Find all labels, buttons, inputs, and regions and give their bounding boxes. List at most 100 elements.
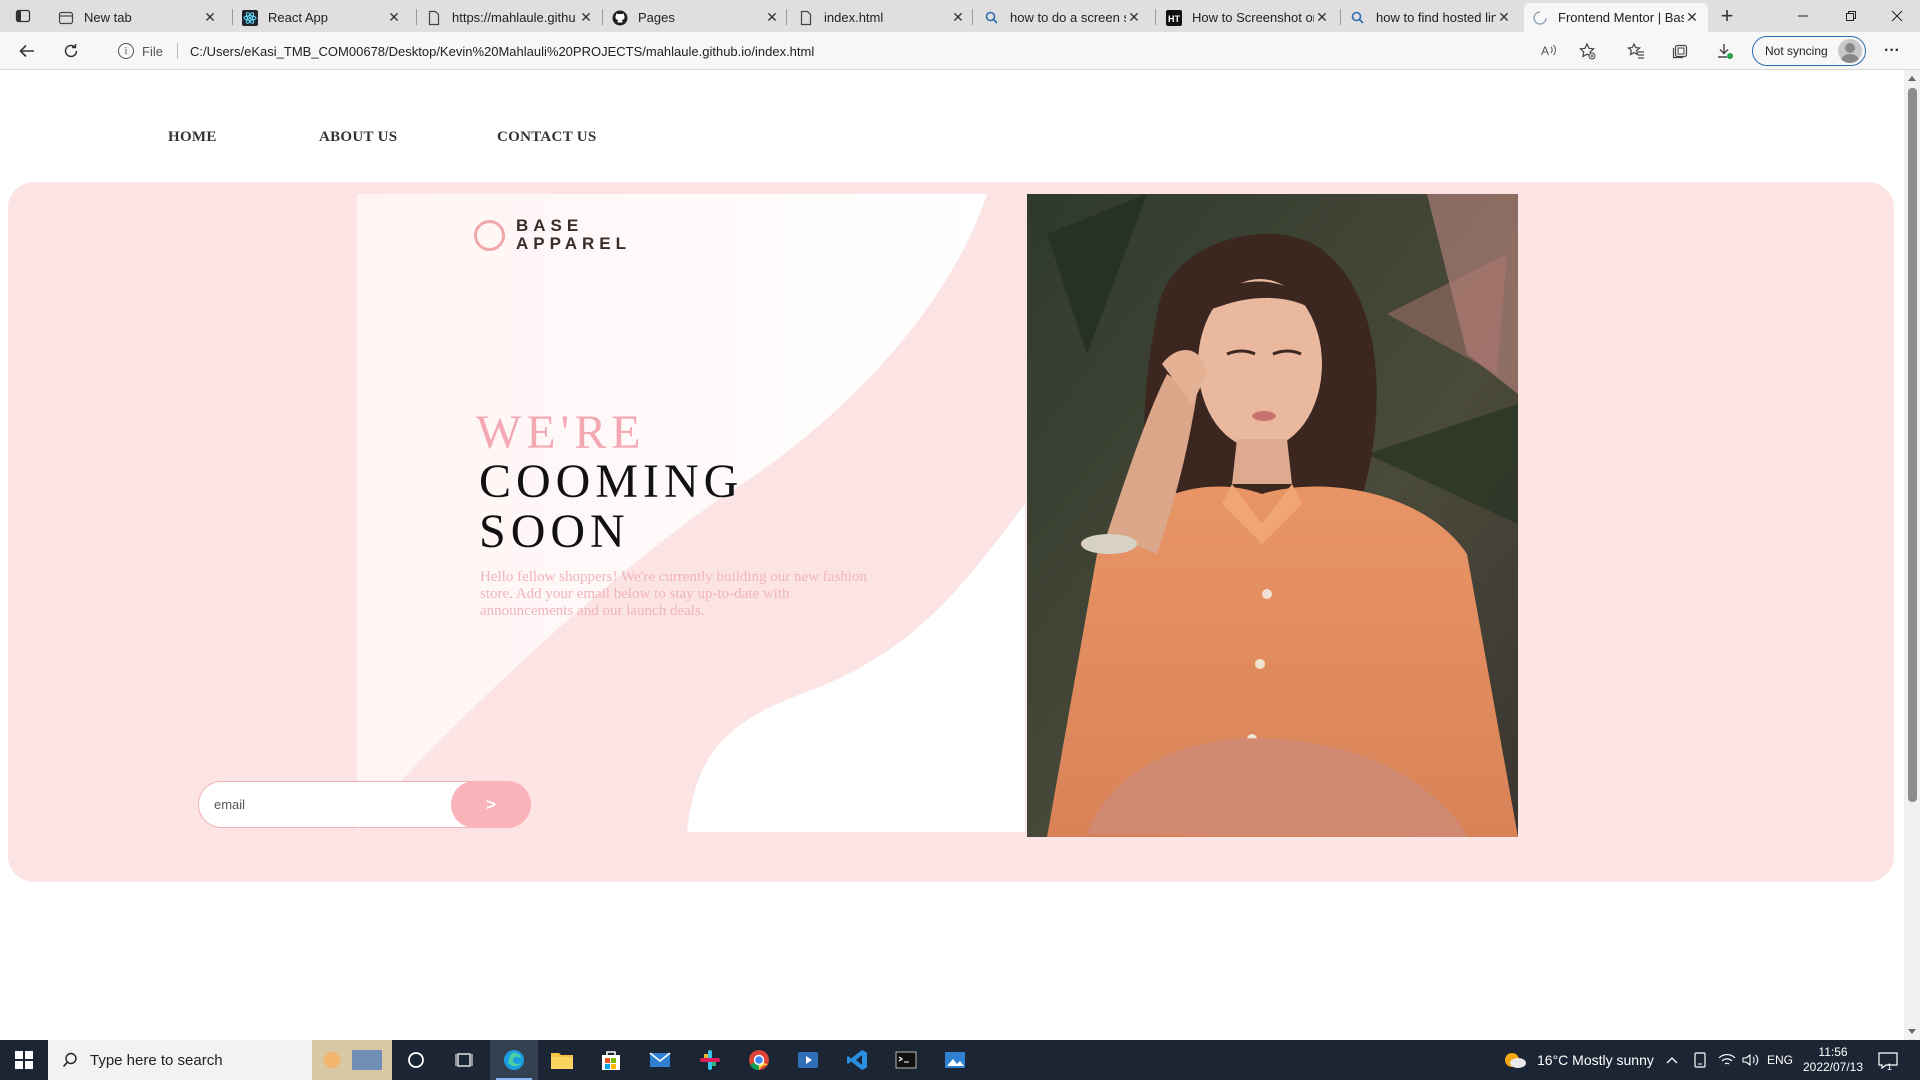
search-icon: [984, 10, 1000, 26]
windows-logo-icon: [15, 1051, 33, 1069]
vscode-icon[interactable]: [833, 1040, 881, 1080]
close-icon[interactable]: ✕: [1126, 9, 1142, 26]
page-icon: [426, 10, 442, 26]
taskbar-search-box[interactable]: Type here to search: [48, 1040, 392, 1080]
tab-actions-icon[interactable]: [8, 1, 38, 31]
nav-contact-us[interactable]: CONTACT US: [497, 129, 597, 146]
loading-icon: [1532, 10, 1548, 26]
start-button[interactable]: [0, 1040, 48, 1080]
tab-title: how to do a screen sh: [1010, 10, 1126, 25]
site-icon: HT: [1166, 9, 1182, 26]
scheme-label: File: [142, 43, 163, 59]
media-player-icon[interactable]: [784, 1040, 832, 1080]
read-aloud-icon[interactable]: A: [1535, 36, 1565, 66]
email-form: >: [198, 781, 531, 828]
mail-icon[interactable]: [636, 1040, 684, 1080]
submit-button[interactable]: >: [451, 781, 531, 828]
tab-title: How to Screenshot on: [1192, 10, 1314, 25]
tab-how-to-screenshot[interactable]: HT How to Screenshot on ✕: [1158, 3, 1338, 32]
tab-search-screenshot[interactable]: how to do a screen sh ✕: [976, 3, 1150, 32]
close-icon[interactable]: ✕: [202, 9, 218, 26]
heading-line-3: SOON: [479, 505, 630, 558]
slack-icon[interactable]: [686, 1040, 734, 1080]
tab-title: index.html: [824, 10, 884, 25]
window-close-icon[interactable]: [1874, 0, 1920, 32]
search-icon: [62, 1052, 77, 1068]
scroll-up-icon[interactable]: [1908, 76, 1916, 81]
cortana-icon[interactable]: [392, 1040, 440, 1080]
tab-divider: [1155, 9, 1156, 25]
tablet-icon[interactable]: [1693, 1040, 1707, 1080]
tab-new-tab[interactable]: New tab ✕: [50, 3, 226, 32]
collections-icon[interactable]: [1666, 36, 1696, 66]
tab-title: Pages: [638, 10, 675, 25]
language-indicator[interactable]: ENG: [1767, 1040, 1793, 1080]
photos-icon[interactable]: [931, 1040, 979, 1080]
tab-divider: [1340, 9, 1341, 25]
windows-taskbar: Type here to search 16°C Mostly sunny EN…: [0, 1040, 1920, 1080]
back-icon[interactable]: [12, 36, 42, 66]
close-icon[interactable]: ✕: [950, 9, 966, 26]
scroll-down-icon[interactable]: [1908, 1029, 1916, 1034]
tab-title: Frontend Mentor | Bas: [1558, 10, 1684, 25]
task-view-icon[interactable]: [440, 1040, 488, 1080]
tab-title: New tab: [84, 10, 132, 25]
page-viewport: HOME ABOUT US CONTACT US BASE APPAREL WE…: [0, 70, 1904, 1040]
downloads-icon[interactable]: [1710, 36, 1740, 66]
email-input[interactable]: [214, 782, 454, 827]
brand-logo[interactable]: BASE APPAREL: [474, 217, 631, 253]
tab-index-html[interactable]: index.html ✕: [790, 3, 974, 32]
restore-icon[interactable]: [1828, 0, 1874, 32]
close-icon[interactable]: ✕: [1496, 9, 1512, 26]
chrome-icon[interactable]: [735, 1040, 783, 1080]
logo-ring-icon: [474, 219, 505, 251]
profile-button[interactable]: Not syncing: [1752, 36, 1866, 66]
clock[interactable]: 11:56 2022/07/13: [1800, 1040, 1866, 1080]
nav-home[interactable]: HOME: [168, 129, 217, 146]
more-menu-icon[interactable]: ···: [1877, 36, 1907, 66]
notification-count: 1: [1887, 1062, 1893, 1072]
svg-text:HT: HT: [1168, 14, 1180, 24]
search-icon: [1350, 10, 1366, 26]
weather-widget[interactable]: 16°C Mostly sunny: [1503, 1040, 1654, 1080]
tab-frontend-mentor[interactable]: Frontend Mentor | Bas ✕: [1524, 3, 1708, 32]
tab-hosted-page[interactable]: https://mahlaule.githu ✕: [418, 3, 602, 32]
new-tab-button[interactable]: +: [1712, 1, 1742, 31]
add-favorite-icon[interactable]: [1572, 36, 1602, 66]
hero-description: Hello fellow shoppers! We're currently b…: [480, 569, 867, 619]
volume-icon[interactable]: [1742, 1040, 1760, 1080]
close-icon[interactable]: ✕: [1684, 9, 1700, 26]
heading-line-2: COOMING: [479, 455, 744, 508]
tab-title: how to find hosted lin: [1376, 10, 1496, 25]
refresh-icon[interactable]: [56, 36, 86, 66]
favorites-icon[interactable]: [1621, 36, 1651, 66]
scrollbar-thumb[interactable]: [1908, 88, 1917, 802]
close-icon[interactable]: ✕: [1314, 9, 1330, 26]
tab-divider: [972, 9, 973, 25]
browser-toolbar: i File C:/Users/eKasi_TMB_COM00678/Deskt…: [0, 32, 1920, 70]
show-hidden-icons[interactable]: [1666, 1040, 1678, 1080]
site-info-icon[interactable]: i: [118, 43, 134, 59]
close-icon[interactable]: ✕: [386, 9, 402, 26]
weather-icon: [1505, 1053, 1526, 1068]
terminal-icon[interactable]: [882, 1040, 930, 1080]
file-explorer-icon[interactable]: [538, 1040, 586, 1080]
edge-taskbar-icon[interactable]: [490, 1040, 538, 1080]
page-scrollbar[interactable]: [1904, 70, 1920, 1040]
address-bar[interactable]: i File C:/Users/eKasi_TMB_COM00678/Deskt…: [100, 36, 1584, 66]
close-icon[interactable]: ✕: [578, 9, 594, 26]
tab-pages[interactable]: Pages ✕: [604, 3, 788, 32]
nav-about-us[interactable]: ABOUT US: [319, 129, 397, 146]
url-text[interactable]: C:/Users/eKasi_TMB_COM00678/Desktop/Kevi…: [190, 44, 814, 59]
minimize-icon[interactable]: [1780, 0, 1826, 32]
wifi-icon[interactable]: [1718, 1040, 1736, 1080]
close-icon[interactable]: ✕: [764, 9, 780, 26]
search-highlight-icon: [312, 1040, 392, 1080]
tab-search-hosted[interactable]: how to find hosted lin ✕: [1342, 3, 1520, 32]
notifications-icon[interactable]: 1: [1878, 1040, 1898, 1080]
hero-model-photo: [1027, 194, 1518, 837]
tab-react-app[interactable]: React App ✕: [234, 3, 410, 32]
new-tab-icon: [58, 10, 74, 26]
store-icon[interactable]: [587, 1040, 635, 1080]
tab-title: https://mahlaule.githu: [452, 10, 576, 25]
